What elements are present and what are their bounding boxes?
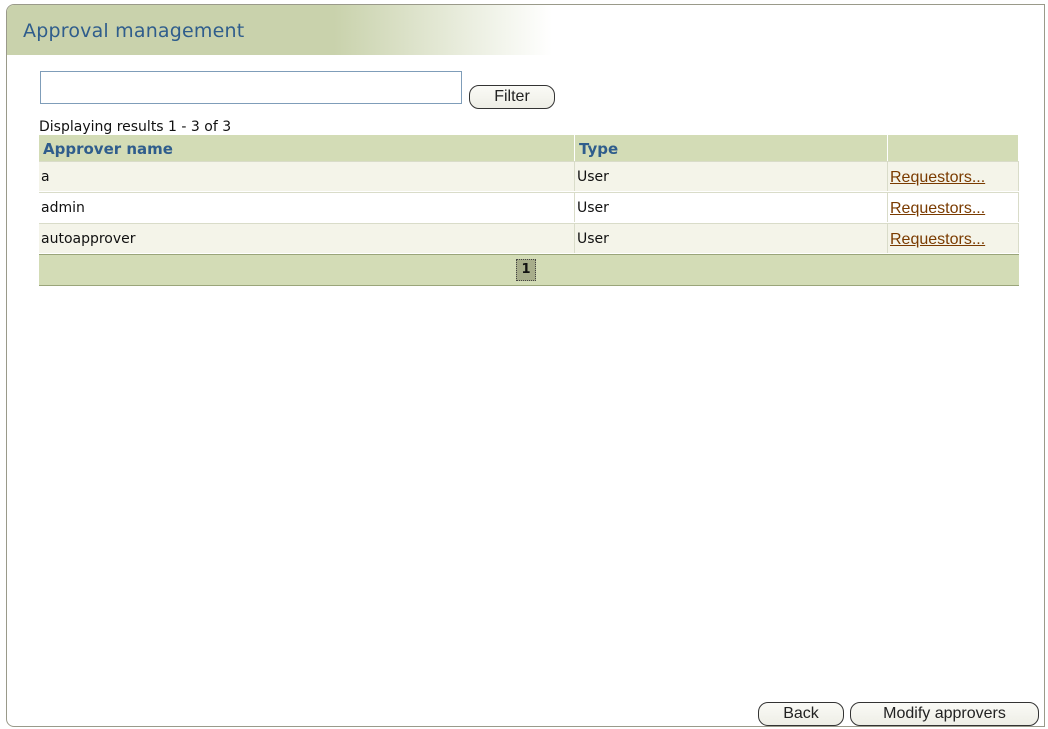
table-row: admin User Requestors... (39, 192, 1019, 223)
column-header-approver-name[interactable]: Approver name (39, 135, 575, 161)
approvers-table: Approver name Type a User Requestors... … (39, 135, 1019, 286)
filter-button[interactable]: Filter (469, 85, 555, 109)
table-row: autoapprover User Requestors... (39, 223, 1019, 254)
requestors-cell: Requestors... (888, 161, 1019, 191)
table-header: Approver name Type (39, 135, 1019, 161)
approver-name-cell: a (39, 161, 575, 191)
page-number-current[interactable]: 1 (516, 259, 536, 281)
pagination-bar: 1 (39, 254, 1019, 286)
approver-type-cell: User (575, 192, 888, 222)
title-bar: Approval management (7, 5, 552, 55)
modify-approvers-button[interactable]: Modify approvers (850, 702, 1039, 726)
approval-management-panel: Approval management Filter Displaying re… (6, 4, 1045, 727)
filter-input[interactable] (40, 71, 462, 104)
results-summary: Displaying results 1 - 3 of 3 (39, 119, 232, 135)
approver-name-cell: admin (39, 192, 575, 222)
approver-name-cell: autoapprover (39, 223, 575, 253)
back-button[interactable]: Back (758, 702, 844, 726)
requestors-link[interactable]: Requestors... (890, 200, 985, 217)
column-header-type[interactable]: Type (575, 135, 888, 161)
approver-type-cell: User (575, 161, 888, 191)
table-row: a User Requestors... (39, 161, 1019, 192)
page-title: Approval management (23, 20, 245, 42)
requestors-cell: Requestors... (888, 192, 1019, 222)
approver-type-cell: User (575, 223, 888, 253)
requestors-cell: Requestors... (888, 223, 1019, 253)
requestors-link[interactable]: Requestors... (890, 169, 985, 186)
requestors-link[interactable]: Requestors... (890, 231, 985, 248)
column-header-actions (888, 135, 1019, 161)
